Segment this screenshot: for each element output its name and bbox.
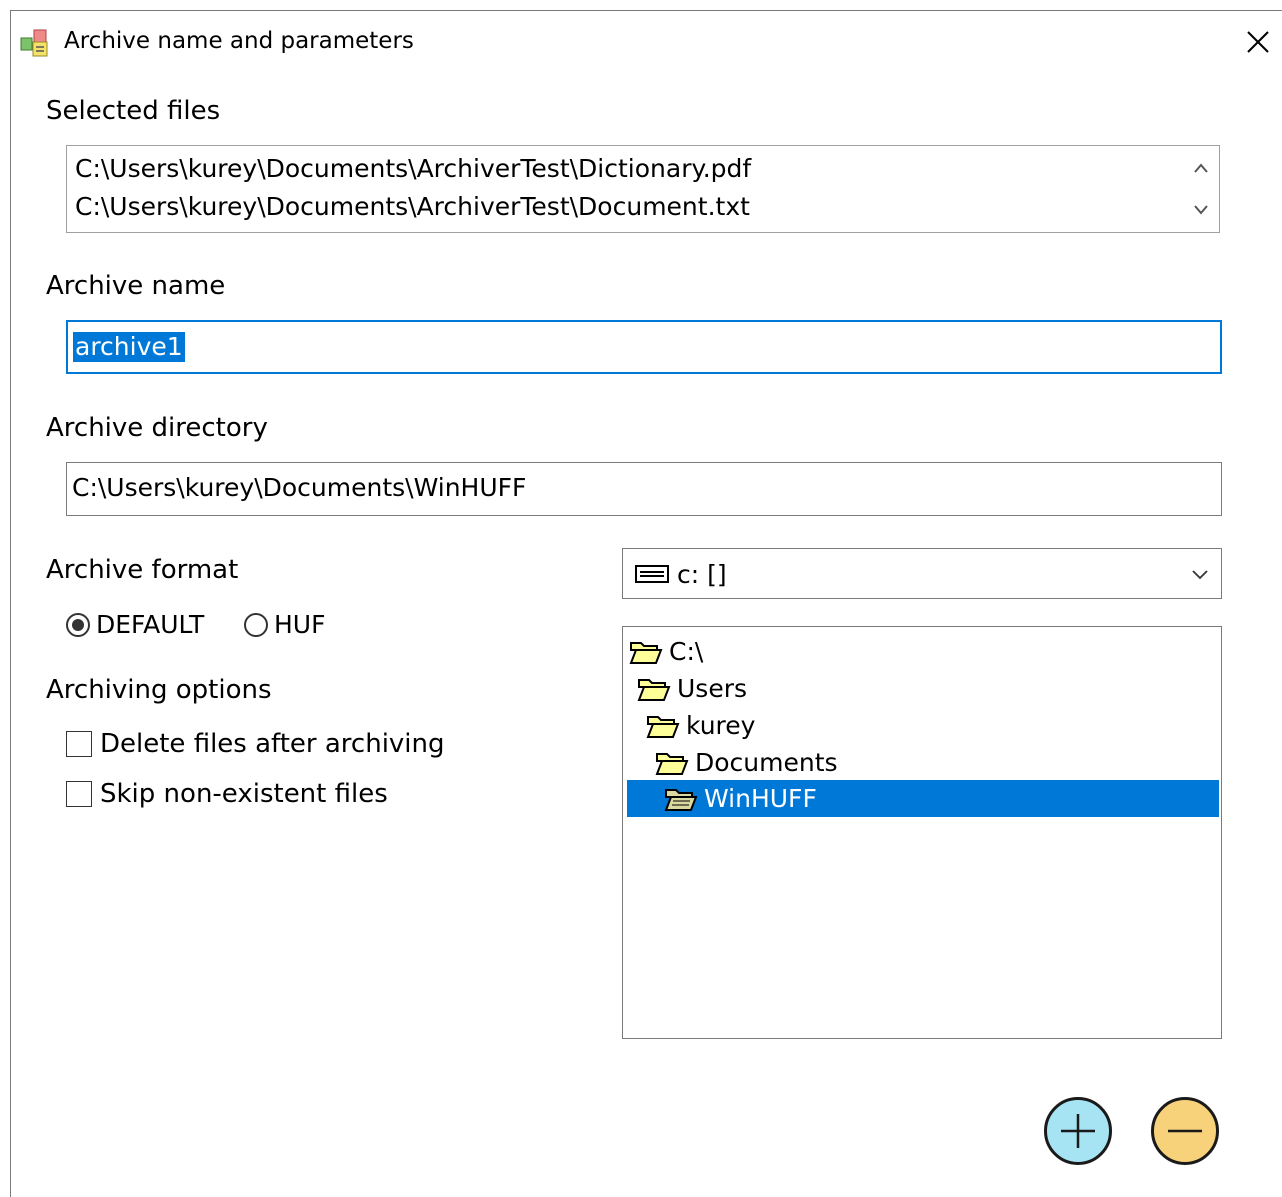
tree-item-label: C:\ — [669, 637, 704, 666]
selected-files-list[interactable]: C:\Users\kurey\Documents\ArchiverTest\Di… — [66, 145, 1220, 233]
chevron-down-icon — [1194, 205, 1208, 215]
window-border-left — [10, 10, 11, 1197]
format-radio-huf[interactable]: HUF — [244, 610, 325, 639]
minus-icon — [1168, 1129, 1202, 1133]
tree-item[interactable]: Users — [637, 670, 747, 707]
tree-item-label: Users — [677, 674, 748, 703]
skip-nonexistent-label: Skip non-existent files — [100, 779, 388, 809]
checkbox[interactable] — [66, 781, 92, 807]
list-item: C:\Users\kurey\Documents\ArchiverTest\Di… — [75, 154, 752, 183]
format-option-label: HUF — [274, 610, 326, 639]
open-folder-icon — [637, 678, 671, 701]
open-folder-icon — [655, 752, 689, 775]
remove-button[interactable] — [1151, 1097, 1219, 1165]
close-button[interactable] — [1238, 22, 1278, 62]
tree-item-selected[interactable]: WinHUFF — [627, 780, 1219, 817]
open-folder-icon — [664, 788, 698, 811]
scroll-up-button[interactable] — [1191, 158, 1211, 178]
scrollbar[interactable] — [1183, 146, 1219, 232]
chevron-down-icon — [1192, 570, 1208, 580]
archive-directory-input[interactable]: C:\Users\kurey\Documents\WinHUFF — [66, 462, 1222, 516]
scroll-down-button[interactable] — [1191, 200, 1211, 220]
archive-name-input[interactable]: archive1 — [66, 320, 1222, 374]
tree-item-label: WinHUFF — [704, 784, 817, 813]
close-icon — [1247, 31, 1269, 53]
plus-icon — [1061, 1114, 1095, 1148]
radio-button-checked[interactable] — [66, 612, 90, 637]
archive-format-label: Archive format — [46, 555, 239, 585]
delete-files-checkbox[interactable]: Delete files after archiving — [66, 729, 445, 759]
tree-item[interactable]: C:\ — [629, 633, 703, 670]
app-icon — [19, 28, 49, 58]
chevron-up-icon — [1194, 163, 1208, 173]
window-title: Archive name and parameters — [64, 28, 414, 54]
add-button[interactable] — [1044, 1097, 1112, 1165]
archive-directory-label: Archive directory — [46, 413, 268, 443]
radio-button[interactable] — [244, 612, 268, 637]
archive-directory-value: C:\Users\kurey\Documents\WinHUFF — [72, 473, 527, 502]
archive-name-label: Archive name — [46, 271, 226, 301]
open-folder-icon — [646, 715, 680, 738]
skip-nonexistent-checkbox[interactable]: Skip non-existent files — [66, 779, 388, 809]
format-radio-default[interactable]: DEFAULT — [66, 610, 204, 639]
checkbox[interactable] — [66, 731, 92, 757]
format-option-label: DEFAULT — [96, 610, 205, 639]
delete-files-label: Delete files after archiving — [100, 729, 445, 759]
open-folder-icon — [629, 641, 663, 664]
tree-item[interactable]: kurey — [646, 707, 755, 744]
archiving-options-label: Archiving options — [46, 675, 272, 705]
selected-files-label: Selected files — [46, 96, 221, 126]
drive-icon — [635, 565, 669, 583]
drive-select[interactable]: c: [] — [622, 548, 1222, 599]
archive-name-value: archive1 — [73, 332, 185, 362]
tree-item-label: kurey — [686, 711, 756, 740]
drive-value: c: [] — [677, 560, 727, 589]
tree-item-label: Documents — [695, 748, 838, 777]
tree-item[interactable]: Documents — [655, 744, 838, 781]
list-item: C:\Users\kurey\Documents\ArchiverTest\Do… — [75, 192, 750, 221]
folder-tree[interactable]: C:\ Users kurey Documents WinHUFF — [622, 626, 1222, 1039]
title-bar: Archive name and parameters — [11, 11, 1282, 69]
